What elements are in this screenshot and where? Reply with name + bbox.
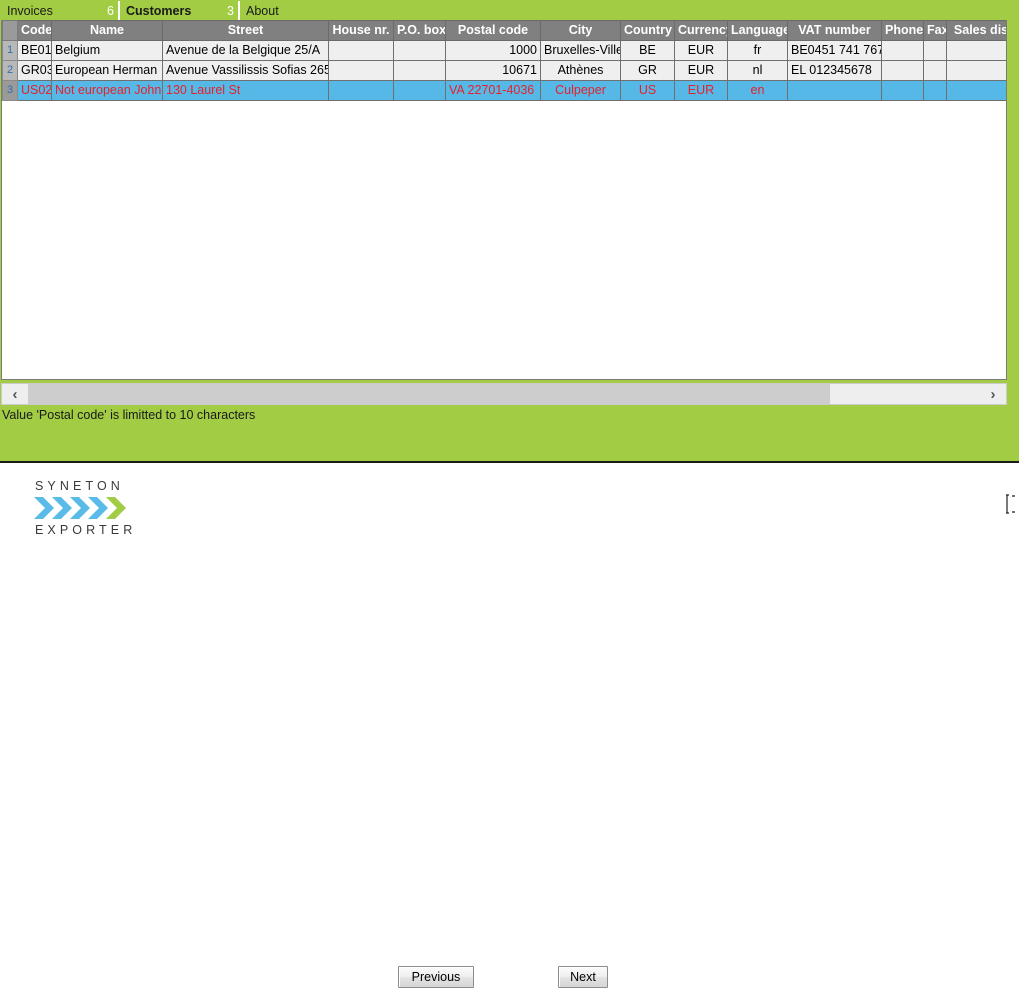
column-header-street[interactable]: Street [162,20,329,41]
tab-invoices[interactable]: Invoices 6 [1,1,120,20]
cell-country[interactable]: US [620,80,675,101]
tab-invoices-label: Invoices [7,3,53,18]
cell-fax[interactable] [923,40,947,61]
column-header-vat[interactable]: VAT number [787,20,882,41]
column-header-postal[interactable]: Postal code [445,20,541,41]
table-header-row: Code Name Street House nr. P.O. box Post… [2,20,1006,41]
cell-code[interactable]: BE01 [17,40,52,61]
cell-country[interactable]: GR [620,60,675,81]
logo-word-syneton: SYNETON [35,479,124,493]
cell-discount[interactable]: 0 [946,80,1006,101]
cell-name[interactable]: Not european John [51,80,163,101]
cell-postal-invalid[interactable]: VA 22701-4036 [445,80,541,101]
application-panel: Invoices 6 Customers 3 About Code Name S… [0,0,1019,463]
cell-discount[interactable]: 0 [946,60,1006,81]
column-header-language[interactable]: Language [727,20,788,41]
cell-fax[interactable] [923,60,947,81]
column-header-po-box[interactable]: P.O. box [393,20,446,41]
cell-postal[interactable]: 10671 [445,60,541,81]
cell-phone[interactable] [881,80,924,101]
column-header-country[interactable]: Country [620,20,675,41]
cell-po-box[interactable] [393,60,446,81]
tab-about-label: About [246,3,279,18]
customers-table: Code Name Street House nr. P.O. box Post… [2,20,1006,101]
cell-language[interactable]: nl [727,60,788,81]
cell-postal[interactable]: 1000 [445,40,541,61]
cell-house-nr[interactable] [328,40,394,61]
cell-street[interactable]: Avenue Vassilissis Sofias 265 [162,60,329,81]
cell-code[interactable]: GR03 [17,60,52,81]
cell-house-nr[interactable] [328,80,394,101]
tab-invoices-count: 6 [107,3,114,18]
scroll-left-icon[interactable]: ‹ [2,384,28,404]
cell-currency[interactable]: EUR [674,40,728,61]
row-number[interactable]: 1 [2,40,18,61]
table-row-selected[interactable]: 3 US02 Not european John 130 Laurel St V… [2,80,1006,101]
cell-vat[interactable]: EL 012345678 [787,60,882,81]
tab-customers[interactable]: Customers 3 [120,1,240,20]
chevrons-icon [34,497,126,519]
next-button[interactable]: Next [558,966,608,988]
table-row[interactable]: 1 BE01 Belgium Avenue de la Belgique 25/… [2,40,1006,61]
column-header-phone[interactable]: Phone [881,20,924,41]
cell-discount[interactable]: 0 [946,40,1006,61]
cell-house-nr[interactable] [328,60,394,81]
cell-vat[interactable] [787,80,882,101]
cell-name[interactable]: Belgium [51,40,163,61]
cell-currency[interactable]: EUR [674,80,728,101]
tab-customers-label: Customers [126,3,192,18]
cell-name[interactable]: European Herman [51,60,163,81]
column-header-code[interactable]: Code [17,20,52,41]
column-header-gutter [2,20,18,41]
cell-street[interactable]: 130 Laurel St [162,80,329,101]
cell-code[interactable]: US02 [17,80,52,101]
cell-phone[interactable] [881,40,924,61]
cell-language[interactable]: en [727,80,788,101]
cell-fax[interactable] [923,80,947,101]
tab-customers-count: 3 [227,3,234,18]
cell-po-box[interactable] [393,40,446,61]
syneton-exporter-logo: SYNETON EXPORTER [33,479,133,537]
cell-phone[interactable] [881,60,924,81]
column-header-house-nr[interactable]: House nr. [328,20,394,41]
column-header-discount[interactable]: Sales disc [946,20,1006,41]
cell-street[interactable]: Avenue de la Belgique 25/A [162,40,329,61]
logo-word-exporter: EXPORTER [35,523,137,537]
cell-currency[interactable]: EUR [674,60,728,81]
cell-language[interactable]: fr [727,40,788,61]
customers-grid[interactable]: Code Name Street House nr. P.O. box Post… [1,20,1007,380]
cell-city[interactable]: Athènes [540,60,621,81]
scrollbar-thumb[interactable] [28,384,830,404]
cell-city[interactable]: Bruxelles-Ville [540,40,621,61]
footer: SYNETON EXPORTER Previous Next [0,463,1019,988]
column-header-name[interactable]: Name [51,20,163,41]
cell-city[interactable]: Culpeper [540,80,621,101]
horizontal-scrollbar[interactable]: ‹ › [1,383,1007,405]
row-number[interactable]: 3 [2,80,18,101]
cell-country[interactable]: BE [620,40,675,61]
tab-bar: Invoices 6 Customers 3 About [1,1,1018,20]
tab-about[interactable]: About [240,1,287,20]
column-header-city[interactable]: City [540,20,621,41]
column-header-currency[interactable]: Currency [674,20,728,41]
validation-message: Value 'Postal code' is limitted to 10 ch… [2,406,1016,424]
cell-vat[interactable]: BE0451 741 767 [787,40,882,61]
previous-button[interactable]: Previous [398,966,474,988]
table-row[interactable]: 2 GR03 European Herman Avenue Vassilissi… [2,60,1006,81]
column-header-fax[interactable]: Fax [923,20,947,41]
row-number[interactable]: 2 [2,60,18,81]
scroll-right-icon[interactable]: › [980,384,1006,404]
cell-po-box[interactable] [393,80,446,101]
scrollbar-track[interactable] [28,384,980,404]
